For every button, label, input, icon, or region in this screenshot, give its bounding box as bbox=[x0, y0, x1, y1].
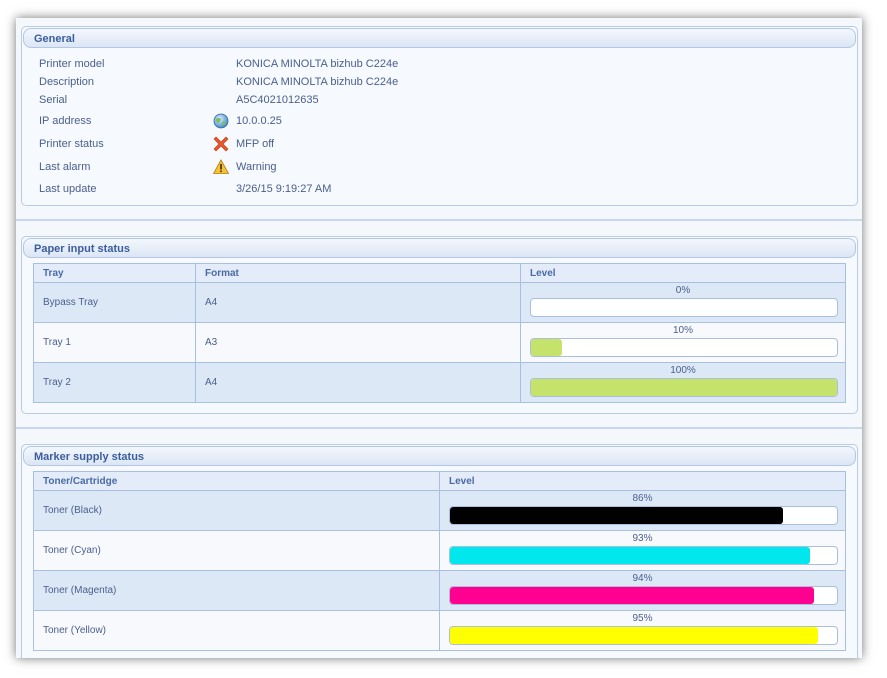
last-alarm-label: Last alarm bbox=[39, 161, 91, 173]
level-cell: 10% bbox=[520, 322, 846, 363]
error-x-icon bbox=[213, 136, 229, 152]
serial-value: A5C4021012635 bbox=[236, 94, 319, 106]
level-progress-bar bbox=[530, 378, 838, 397]
level-progress-bar bbox=[530, 338, 838, 357]
printer-status-label: Printer status bbox=[39, 138, 104, 150]
level-progress-fill bbox=[531, 379, 837, 396]
marker-supply-panel: Marker supply status Toner/Cartridge Lev… bbox=[21, 444, 858, 658]
format-column-header[interactable]: Format bbox=[195, 263, 521, 283]
toner-column-header[interactable]: Toner/Cartridge bbox=[33, 471, 440, 491]
ip-address-label: IP address bbox=[39, 115, 92, 127]
serial-label: Serial bbox=[39, 94, 68, 106]
toner-name: Toner (Cyan) bbox=[33, 530, 440, 571]
level-progress-fill bbox=[450, 547, 810, 564]
last-update-label: Last update bbox=[39, 183, 97, 195]
marker-supply-table: Toner/Cartridge Level Toner (Black) 86% … bbox=[33, 471, 846, 651]
section-divider bbox=[16, 427, 862, 429]
level-progress-bar bbox=[449, 626, 838, 645]
general-panel-header[interactable]: General bbox=[23, 28, 856, 48]
table-row[interactable]: Bypass Tray A4 0% bbox=[33, 282, 846, 323]
level-cell: 93% bbox=[439, 530, 846, 571]
level-percent-label: 93% bbox=[632, 533, 653, 544]
globe-icon bbox=[213, 113, 229, 129]
tray-format: A4 bbox=[195, 362, 521, 403]
info-row-printer-model: Printer model KONICA MINOLTA bizhub C224… bbox=[22, 56, 857, 74]
marker-supply-panel-header[interactable]: Marker supply status bbox=[23, 446, 856, 466]
level-cell: 94% bbox=[439, 570, 846, 611]
general-panel: General Printer model KONICA MINOLTA biz… bbox=[21, 26, 858, 206]
printer-model-label: Printer model bbox=[39, 58, 105, 70]
tray-name: Tray 1 bbox=[33, 322, 196, 363]
printer-model-value: KONICA MINOLTA bizhub C224e bbox=[236, 58, 399, 70]
level-percent-label: 0% bbox=[675, 285, 691, 296]
level-column-header[interactable]: Level bbox=[439, 471, 846, 491]
marker-supply-panel-title: Marker supply status bbox=[34, 451, 145, 463]
paper-input-panel-header[interactable]: Paper input status bbox=[23, 238, 856, 258]
toner-name: Toner (Magenta) bbox=[33, 570, 440, 611]
level-cell: 95% bbox=[439, 610, 846, 651]
level-progress-bar bbox=[449, 506, 838, 525]
tray-column-header[interactable]: Tray bbox=[33, 263, 196, 283]
table-row[interactable]: Toner (Cyan) 93% bbox=[33, 530, 846, 571]
last-update-value: 3/26/15 9:19:27 AM bbox=[236, 183, 332, 195]
toner-name: Toner (Yellow) bbox=[33, 610, 440, 651]
general-panel-title: General bbox=[34, 33, 75, 45]
level-progress-bar bbox=[530, 298, 838, 317]
last-alarm-value: Warning bbox=[236, 161, 277, 173]
info-row-last-alarm: Last alarm Warning bbox=[22, 159, 857, 177]
warning-icon bbox=[212, 159, 230, 175]
level-progress-fill bbox=[531, 339, 562, 356]
printer-status-value: MFP off bbox=[236, 138, 275, 150]
level-percent-label: 86% bbox=[632, 493, 653, 504]
info-row-description: Description KONICA MINOLTA bizhub C224e bbox=[22, 74, 857, 92]
table-row[interactable]: Tray 2 A4 100% bbox=[33, 362, 846, 403]
tray-format: A3 bbox=[195, 322, 521, 363]
info-row-printer-status: Printer status MFP off bbox=[22, 136, 857, 154]
ip-address-value: 10.0.0.25 bbox=[236, 115, 282, 127]
level-cell: 100% bbox=[520, 362, 846, 403]
toner-name: Toner (Black) bbox=[33, 490, 440, 531]
level-progress-bar bbox=[449, 586, 838, 605]
tray-name: Tray 2 bbox=[33, 362, 196, 403]
level-progress-fill bbox=[450, 627, 818, 644]
description-label: Description bbox=[39, 76, 95, 88]
tray-name: Bypass Tray bbox=[33, 282, 196, 323]
level-percent-label: 10% bbox=[672, 325, 693, 336]
printer-status-window: General Printer model KONICA MINOLTA biz… bbox=[16, 18, 862, 658]
paper-input-table: Tray Format Level Bypass Tray A4 0% Tray… bbox=[33, 263, 846, 403]
level-percent-label: 100% bbox=[670, 365, 696, 376]
level-progress-bar bbox=[449, 546, 838, 565]
info-row-last-update: Last update 3/26/15 9:19:27 AM bbox=[22, 181, 857, 199]
level-percent-label: 94% bbox=[632, 573, 653, 584]
level-column-header[interactable]: Level bbox=[520, 263, 846, 283]
level-percent-label: 95% bbox=[632, 613, 653, 624]
tray-format: A4 bbox=[195, 282, 521, 323]
level-cell: 86% bbox=[439, 490, 846, 531]
paper-input-panel-title: Paper input status bbox=[34, 243, 130, 255]
description-value: KONICA MINOLTA bizhub C224e bbox=[236, 76, 399, 88]
level-progress-fill bbox=[450, 507, 783, 524]
info-row-serial: Serial A5C4021012635 bbox=[22, 92, 857, 110]
table-row[interactable]: Toner (Magenta) 94% bbox=[33, 570, 846, 611]
paper-input-panel: Paper input status Tray Format Level Byp… bbox=[21, 236, 858, 414]
level-progress-fill bbox=[450, 587, 814, 604]
table-row[interactable]: Tray 1 A3 10% bbox=[33, 322, 846, 363]
section-divider bbox=[16, 219, 862, 221]
level-cell: 0% bbox=[520, 282, 846, 323]
info-row-ip-address: IP address 10.0.0.25 bbox=[22, 113, 857, 131]
table-row[interactable]: Toner (Black) 86% bbox=[33, 490, 846, 531]
table-row[interactable]: Toner (Yellow) 95% bbox=[33, 610, 846, 651]
